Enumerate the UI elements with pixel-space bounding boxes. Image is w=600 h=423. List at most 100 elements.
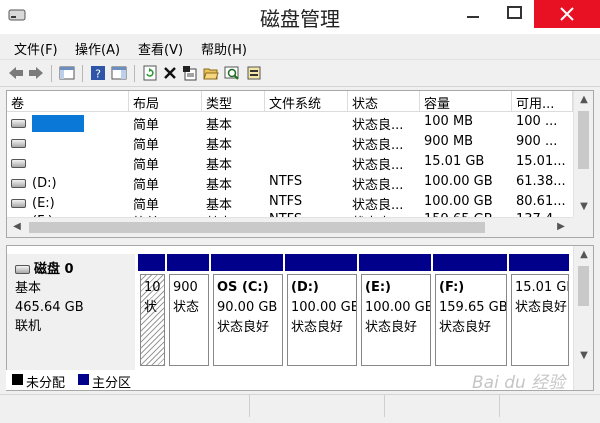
partition-label: OS (C:): [217, 280, 269, 295]
status-bar: [0, 394, 600, 423]
partition-unallocated[interactable]: 10 状: [138, 254, 167, 366]
partition-status: 状态良好: [217, 320, 270, 335]
filesystem-cell: NTFS: [269, 194, 303, 209]
legend-primary: 主分区: [92, 376, 132, 391]
volume-cell: (E:): [7, 192, 129, 212]
partition-recovery[interactable]: 900 状态: [167, 254, 211, 366]
scroll-left-icon[interactable]: ◀: [7, 221, 27, 232]
partition-e[interactable]: (E:) 100.00 GB 状态良好: [359, 254, 433, 366]
toolbar-separator: [51, 65, 52, 82]
export-icon[interactable]: [246, 65, 262, 81]
partition-size: 10: [144, 280, 161, 295]
column-header-status[interactable]: 状态: [348, 91, 420, 112]
scroll-thumb[interactable]: [578, 266, 589, 306]
scroll-up-icon[interactable]: ▲: [574, 94, 593, 105]
partition-label: (D:): [291, 280, 319, 295]
partition-bar: [285, 254, 359, 271]
status-cell: 状态良...: [352, 198, 404, 212]
toolbar: ?: [0, 59, 600, 87]
partition-body: OS (C:) 90.00 GB 状态良好: [213, 274, 283, 366]
capacity-cell: 900 MB: [424, 134, 474, 149]
maximize-button[interactable]: [494, 0, 534, 28]
volume-cell: [7, 132, 129, 152]
volume-list-vertical-scrollbar[interactable]: ▲ ▼: [573, 91, 593, 217]
disk-icon: [15, 265, 30, 274]
toolbar-separator: [134, 65, 135, 82]
forward-icon[interactable]: [28, 65, 44, 81]
partition-bar: [211, 254, 285, 271]
partition-body: (E:) 100.00 GB 状态良好: [361, 274, 431, 366]
free-space-cell: 15.01...: [516, 154, 566, 169]
back-icon[interactable]: [8, 65, 24, 81]
column-header-capacity[interactable]: 容量: [420, 91, 512, 112]
volume-list-horizontal-scrollbar[interactable]: ◀ ▶: [7, 217, 573, 237]
free-space-cell: 80.61...: [516, 194, 566, 209]
legend-unallocated: 未分配: [26, 376, 66, 391]
close-button[interactable]: [534, 0, 600, 28]
menu-action[interactable]: 操作(A): [75, 39, 120, 58]
delete-icon[interactable]: [162, 65, 178, 81]
explore-icon[interactable]: [224, 65, 240, 81]
layout-cell: 简单: [133, 158, 160, 172]
menu-help[interactable]: 帮助(H): [201, 39, 247, 58]
partition-size: 100.00 GB: [365, 300, 431, 315]
partition-size: 15.01 GB: [515, 280, 568, 295]
scroll-right-icon[interactable]: ▶: [551, 221, 571, 232]
menu-view[interactable]: 查看(V): [138, 39, 183, 58]
partition-bar: [359, 254, 433, 271]
volume-cell: (D:): [7, 172, 129, 192]
partition-c[interactable]: OS (C:) 90.00 GB 状态良好: [211, 254, 285, 366]
type-cell: 基本: [206, 158, 233, 172]
menu-bar: 文件(F) 操作(A) 查看(V) 帮助(H): [0, 36, 600, 58]
scroll-thumb[interactable]: [29, 222, 485, 233]
partition-f[interactable]: (F:) 159.65 GB 状态良好: [433, 254, 509, 366]
partition-d[interactable]: (D:) 100.00 GB 状态良好: [285, 254, 359, 366]
title-bar: 磁盘管理: [0, 0, 600, 34]
free-space-cell: 100 ...: [516, 114, 558, 129]
help-icon[interactable]: ?: [90, 65, 106, 81]
drive-icon: [11, 158, 26, 168]
column-header-type[interactable]: 类型: [202, 91, 265, 112]
partition-label: (F:): [439, 280, 465, 295]
drive-icon: [11, 198, 26, 208]
column-header-free-space[interactable]: 可用...: [512, 91, 573, 112]
drive-icon: [11, 118, 26, 128]
refresh-icon[interactable]: [142, 65, 158, 81]
status-segment: [250, 395, 385, 417]
scroll-down-icon[interactable]: ▼: [574, 201, 593, 212]
legend-swatch-unallocated: [12, 374, 23, 385]
action-pane-icon[interactable]: [111, 65, 127, 81]
column-header-layout[interactable]: 布局: [129, 91, 202, 112]
status-segment: [0, 395, 250, 417]
capacity-cell: 100.00 GB: [424, 194, 493, 209]
partition-bar: [433, 254, 509, 271]
layout-cell: 简单: [133, 118, 160, 132]
partition-size: 90.00 GB: [217, 300, 278, 315]
console-tree-icon[interactable]: [59, 65, 75, 81]
layout-cell: 简单: [133, 178, 160, 192]
column-header-volume[interactable]: 卷: [7, 91, 129, 112]
partition-bar: [167, 254, 211, 271]
column-header-filesystem[interactable]: 文件系统: [265, 91, 348, 112]
selected-volume-highlight: [32, 114, 84, 132]
open-icon[interactable]: [203, 65, 219, 81]
scroll-thumb[interactable]: [578, 111, 589, 169]
partition-status: 状态良好: [515, 300, 568, 315]
partition-oem[interactable]: 15.01 GB 状态良好: [509, 254, 571, 366]
layout-cell: 简单: [133, 198, 160, 212]
disk-info-panel[interactable]: 磁盘 0 基本 465.64 GB 联机: [7, 254, 135, 372]
menu-file[interactable]: 文件(F): [14, 39, 58, 58]
filesystem-cell: [265, 152, 348, 172]
scroll-down-icon[interactable]: ▼: [574, 350, 593, 361]
filesystem-cell: [265, 132, 348, 152]
type-cell: 基本: [206, 138, 233, 152]
minimize-button[interactable]: [456, 0, 490, 28]
disk-view-vertical-scrollbar[interactable]: ▲ ▼: [573, 246, 593, 390]
scrollbar-corner: [573, 217, 593, 237]
capacity-cell: 15.01 GB: [424, 154, 485, 169]
free-space-cell: 900 ...: [516, 134, 558, 149]
partition-body: 15.01 GB 状态良好: [511, 274, 569, 366]
properties-icon[interactable]: [182, 65, 198, 81]
drive-icon: [11, 138, 26, 148]
scroll-up-icon[interactable]: ▲: [574, 249, 593, 260]
